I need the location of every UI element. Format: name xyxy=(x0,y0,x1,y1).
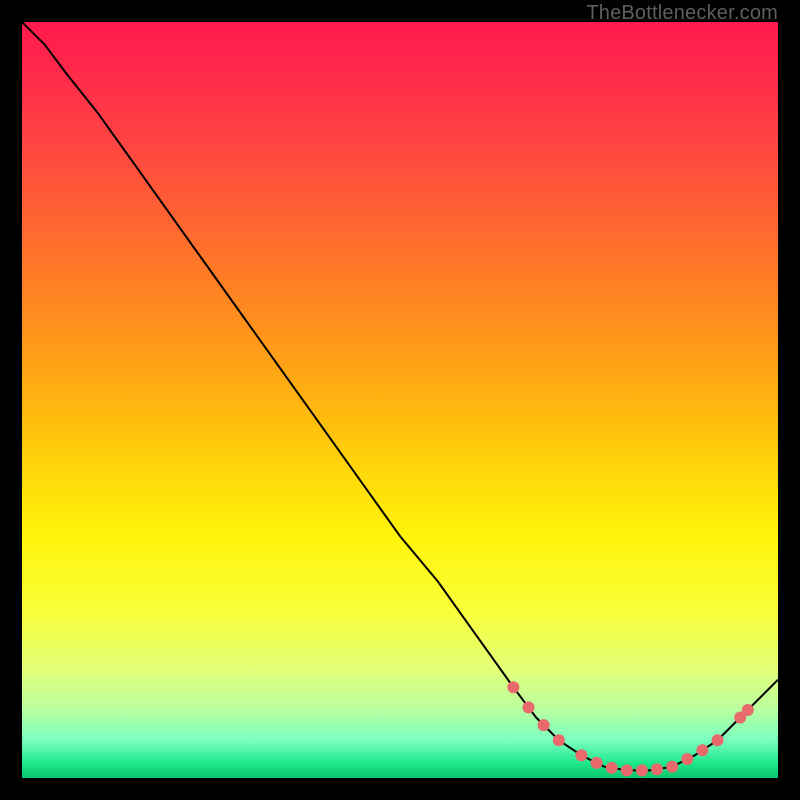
curve-markers xyxy=(507,681,753,776)
chart-frame: TheBottlenecker.com xyxy=(0,0,800,800)
curve-marker xyxy=(591,757,603,769)
curve-marker xyxy=(681,753,693,765)
curve-marker xyxy=(696,744,708,756)
curve-marker xyxy=(651,763,663,775)
curve-line xyxy=(22,22,778,770)
curve-marker xyxy=(538,719,550,731)
curve-marker xyxy=(666,761,678,773)
curve-marker xyxy=(523,701,535,713)
curve-marker xyxy=(636,764,648,776)
curve-marker xyxy=(621,764,633,776)
bottleneck-curve xyxy=(22,22,778,778)
curve-marker xyxy=(742,704,754,716)
curve-marker xyxy=(712,734,724,746)
plot-area xyxy=(22,22,778,778)
curve-marker xyxy=(575,749,587,761)
curve-marker xyxy=(553,734,565,746)
curve-marker xyxy=(606,762,618,774)
curve-marker xyxy=(507,681,519,693)
